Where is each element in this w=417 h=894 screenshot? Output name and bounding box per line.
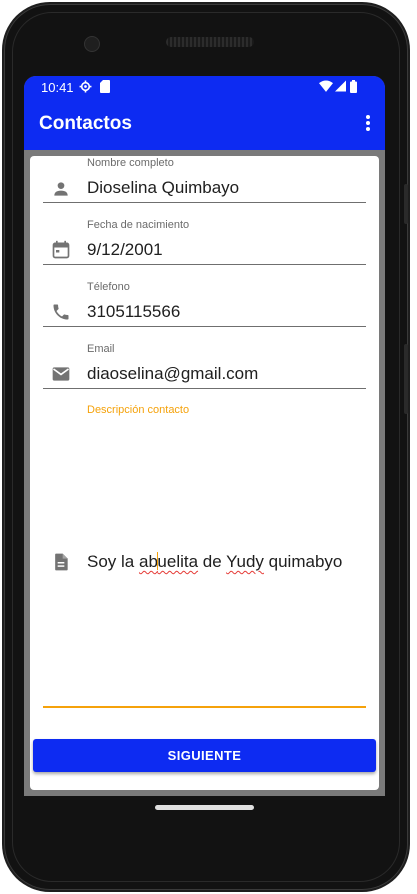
description-text-part: quimabyo — [263, 552, 343, 571]
description-label: Descripción contacto — [87, 404, 190, 416]
phone-label: Télefono — [87, 281, 130, 293]
misspelled-word: Yudy — [226, 552, 264, 571]
email-label: Email — [87, 343, 115, 355]
description-field[interactable]: Descripción contacto Soy la abuelita de … — [43, 404, 366, 708]
full-name-field[interactable]: Nombre completo Dioselina Quimbayo — [43, 157, 366, 203]
front-camera — [84, 36, 100, 52]
contact-form-card: Nombre completo Dioselina Quimbayo Fecha… — [30, 156, 379, 790]
wifi-icon — [319, 80, 333, 92]
signal-icon — [335, 80, 346, 92]
settings-gear-icon — [79, 80, 92, 93]
person-icon — [54, 182, 68, 196]
description-underline — [43, 706, 366, 708]
description-value[interactable]: Soy la abuelita de Yudy quimabyo — [87, 552, 342, 572]
phone-field[interactable]: Télefono 3105115566 — [43, 281, 366, 327]
app-title: Contactos — [39, 113, 132, 134]
status-bar: 10:41 — [24, 76, 385, 98]
calendar-icon — [52, 240, 70, 259]
volume-button — [404, 184, 408, 224]
phone-underline — [43, 326, 366, 327]
birth-date-underline — [43, 264, 366, 265]
misspelled-word-start: ab — [138, 552, 158, 571]
full-name-underline — [43, 202, 366, 203]
sim-card-icon — [100, 80, 110, 93]
description-text-part: de — [198, 552, 227, 571]
email-value[interactable]: diaoselina@gmail.com — [87, 364, 258, 384]
birth-date-value[interactable]: 9/12/2001 — [87, 240, 163, 260]
full-name-label: Nombre completo — [87, 157, 174, 169]
earpiece-speaker — [166, 37, 254, 47]
description-text-part: Soy la — [87, 552, 139, 571]
battery-icon — [350, 80, 357, 93]
email-field[interactable]: Email diaoselina@gmail.com — [43, 343, 366, 389]
screen: 10:41 Contactos Nombre completo Dioselin… — [24, 76, 385, 796]
full-name-value[interactable]: Dioselina Quimbayo — [87, 178, 239, 198]
misspelled-word: abuelita — [139, 552, 198, 571]
misspelled-word-end: uelita — [157, 552, 199, 571]
more-vert-icon[interactable] — [365, 114, 371, 132]
phone-value[interactable]: 3105115566 — [87, 302, 180, 322]
siguiente-button[interactable]: SIGUIENTE — [33, 739, 376, 772]
description-icon — [55, 553, 68, 571]
home-indicator[interactable] — [155, 805, 254, 810]
birth-date-field[interactable]: Fecha de nacimiento 9/12/2001 — [43, 219, 366, 265]
email-icon — [52, 367, 70, 381]
status-time: 10:41 — [41, 80, 74, 95]
birth-date-label: Fecha de nacimiento — [87, 219, 190, 231]
phone-icon — [53, 304, 69, 320]
email-underline — [43, 388, 366, 389]
power-button — [404, 344, 408, 414]
app-bar: Contactos — [24, 98, 385, 150]
